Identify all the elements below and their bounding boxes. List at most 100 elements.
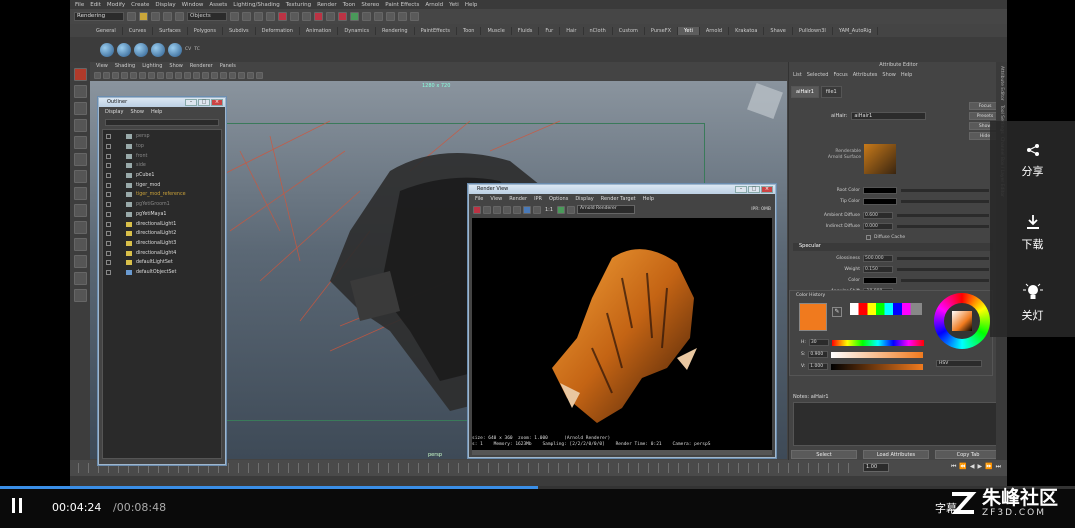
menu-stereo[interactable]: Stereo bbox=[361, 2, 379, 8]
select-object-icon[interactable] bbox=[175, 12, 184, 21]
ambient-occlusion-icon[interactable] bbox=[211, 71, 218, 79]
expand-icon[interactable] bbox=[106, 134, 111, 140]
shelf-tab-rendering[interactable]: Rendering bbox=[376, 27, 415, 35]
download-button[interactable]: 下载 bbox=[990, 197, 1075, 269]
attr-slider[interactable] bbox=[901, 199, 989, 203]
hypershade-layout-icon[interactable] bbox=[73, 289, 87, 302]
attr-slider[interactable] bbox=[901, 278, 989, 282]
attr-slider[interactable] bbox=[897, 267, 989, 271]
shelf-tab-toon[interactable]: Toon bbox=[457, 27, 482, 35]
outliner-item[interactable]: defaultLightSet bbox=[103, 258, 221, 268]
expand-icon[interactable] bbox=[106, 173, 111, 179]
panel-menu-show[interactable]: Show bbox=[169, 63, 183, 69]
outliner-titlebar[interactable]: Outliner – □ × bbox=[99, 98, 225, 107]
shelf-tab-ncloth[interactable]: nCloth bbox=[584, 27, 613, 35]
shelf-tab-general[interactable]: General bbox=[90, 27, 123, 35]
move-tool-icon[interactable] bbox=[73, 119, 87, 132]
ae-menu-list[interactable]: List bbox=[793, 72, 802, 78]
shelf-tab-yam-autorig[interactable]: YAM_AutoRig bbox=[833, 27, 879, 35]
attr-value-field[interactable]: 0.600 bbox=[863, 211, 893, 219]
panel-menu-lighting[interactable]: Lighting bbox=[142, 63, 162, 69]
menu-display[interactable]: Display bbox=[155, 2, 175, 8]
saturation-field[interactable]: 0.900 bbox=[808, 351, 829, 358]
shelf-tab-pursefx[interactable]: PurseFX bbox=[645, 27, 679, 35]
expand-icon[interactable] bbox=[106, 182, 111, 188]
color-history-palette[interactable] bbox=[850, 303, 922, 315]
render-menu-help[interactable]: Help bbox=[643, 196, 654, 202]
render-view-scrollbar[interactable] bbox=[472, 450, 772, 455]
refresh-icon[interactable] bbox=[493, 205, 501, 214]
render-canvas[interactable] bbox=[472, 218, 772, 450]
shelf-tab-shave[interactable]: Shave bbox=[764, 27, 793, 35]
saturation-slider[interactable] bbox=[831, 351, 924, 358]
shelf-tab-fur[interactable]: Fur bbox=[539, 27, 561, 35]
select-hierarchy-icon[interactable] bbox=[163, 12, 172, 21]
remove-image-icon[interactable] bbox=[567, 205, 576, 214]
shelf-tab-curves[interactable]: Curves bbox=[123, 27, 154, 35]
ae-menu-focus[interactable]: Focus bbox=[833, 72, 847, 78]
shadows-icon[interactable] bbox=[202, 71, 209, 79]
go-to-end-icon[interactable]: ⏭ bbox=[996, 463, 1001, 471]
shelf-tab-yeti[interactable]: Yeti bbox=[678, 27, 700, 35]
four-pane-layout-icon[interactable] bbox=[73, 221, 87, 234]
color-swatch[interactable] bbox=[863, 197, 897, 205]
snap-plane-icon[interactable] bbox=[266, 12, 275, 21]
menu-render[interactable]: Render bbox=[317, 2, 337, 8]
expand-icon[interactable] bbox=[106, 144, 111, 150]
side-tab-attribute-editor[interactable]: Attribute Editor bbox=[999, 66, 1004, 101]
region-icon[interactable] bbox=[503, 205, 511, 214]
attribute-editor-icon[interactable] bbox=[398, 12, 407, 21]
xray-joints-icon[interactable] bbox=[238, 71, 245, 79]
menu-assets[interactable]: Assets bbox=[209, 2, 227, 8]
render-frame-icon[interactable] bbox=[302, 12, 311, 21]
outliner-item[interactable]: persp bbox=[103, 132, 221, 142]
shelf-tab-custom[interactable]: Custom bbox=[613, 27, 645, 35]
specular-section-header[interactable]: Specular bbox=[793, 243, 993, 251]
shelf-tab-arnold[interactable]: Arnold bbox=[700, 27, 730, 35]
history-icon[interactable] bbox=[278, 12, 287, 21]
close-icon[interactable]: × bbox=[211, 99, 223, 106]
menu-yeti[interactable]: Yeti bbox=[449, 2, 459, 8]
manipulator-icon[interactable] bbox=[73, 170, 87, 183]
expand-icon[interactable] bbox=[106, 192, 111, 198]
diffuse-cache-checkbox[interactable]: Diffuse Cache bbox=[789, 233, 989, 241]
ae-menu-help[interactable]: Help bbox=[901, 72, 912, 78]
attr-slider[interactable] bbox=[897, 213, 989, 217]
ratio-label[interactable]: 1:1 bbox=[543, 207, 555, 213]
copy-tab-button[interactable]: Copy Tab bbox=[935, 450, 1001, 459]
hue-slider[interactable] bbox=[831, 339, 924, 346]
menu-edit[interactable]: Edit bbox=[90, 2, 101, 8]
outliner-item[interactable]: side bbox=[103, 161, 221, 171]
checkbox-icon[interactable] bbox=[866, 234, 871, 240]
current-time-field[interactable]: 1.00 bbox=[863, 463, 889, 472]
select-tool-icon[interactable] bbox=[73, 68, 87, 81]
attr-value-field[interactable]: 0.150 bbox=[863, 265, 893, 273]
range-slider[interactable] bbox=[70, 476, 1007, 486]
resolution-gate-icon[interactable] bbox=[139, 71, 146, 79]
share-button[interactable]: 分享 bbox=[990, 125, 1075, 197]
outliner-item[interactable]: defaultObjectSet bbox=[103, 268, 221, 278]
snap-grid-icon[interactable] bbox=[230, 12, 239, 21]
menu-help[interactable]: Help bbox=[465, 2, 478, 8]
menu-create[interactable]: Create bbox=[131, 2, 149, 8]
shelf-tab-polygons[interactable]: Polygons bbox=[188, 27, 223, 35]
ae-tab-file1[interactable]: file1 bbox=[820, 86, 842, 98]
hue-field[interactable]: 30 bbox=[808, 339, 829, 346]
shelf-tab-animation[interactable]: Animation bbox=[300, 27, 339, 35]
outliner-item[interactable]: top bbox=[103, 142, 221, 152]
menu-texturing[interactable]: Texturing bbox=[286, 2, 311, 8]
panel-menu-renderer[interactable]: Renderer bbox=[190, 63, 213, 69]
outliner-item[interactable]: tiger_mod bbox=[103, 180, 221, 190]
channel-box-icon[interactable] bbox=[374, 12, 383, 21]
attr-slider[interactable] bbox=[897, 256, 989, 260]
outliner-search-input[interactable] bbox=[105, 119, 219, 126]
play-forward-icon[interactable]: ▶ bbox=[977, 463, 982, 471]
wireframe-icon[interactable] bbox=[166, 71, 173, 79]
keep-image-icon[interactable] bbox=[557, 205, 566, 214]
image-plane-icon[interactable] bbox=[112, 71, 119, 79]
value-field[interactable]: 1.000 bbox=[808, 363, 829, 370]
smooth-shade-icon[interactable] bbox=[175, 71, 182, 79]
grid-icon[interactable] bbox=[121, 71, 128, 79]
outliner-menu-show[interactable]: Show bbox=[130, 109, 144, 115]
panel-menu-view[interactable]: View bbox=[96, 63, 108, 69]
